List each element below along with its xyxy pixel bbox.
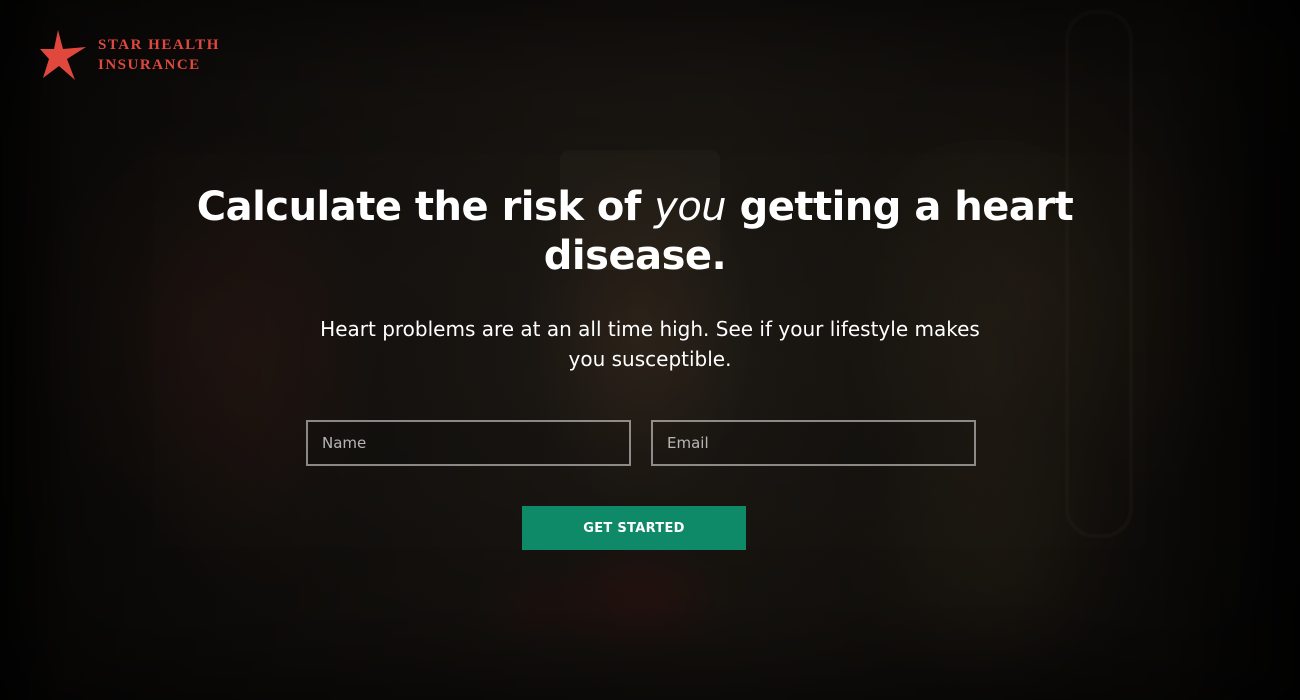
name-input[interactable] — [306, 420, 631, 466]
hero-section: Calculate the risk of you getting a hear… — [0, 0, 1300, 700]
headline-text-start: Calculate the risk of — [196, 184, 655, 230]
landing-page: STAR HEALTH INSURANCE Calculate the risk… — [0, 0, 1300, 700]
get-started-button[interactable]: GET STARTED — [522, 506, 746, 550]
hero-subheadline: Heart problems are at an all time high. … — [320, 317, 980, 371]
email-input[interactable] — [651, 420, 976, 466]
headline-emphasis: you — [654, 184, 727, 230]
hero-headline: Calculate the risk of you getting a hear… — [190, 183, 1080, 281]
